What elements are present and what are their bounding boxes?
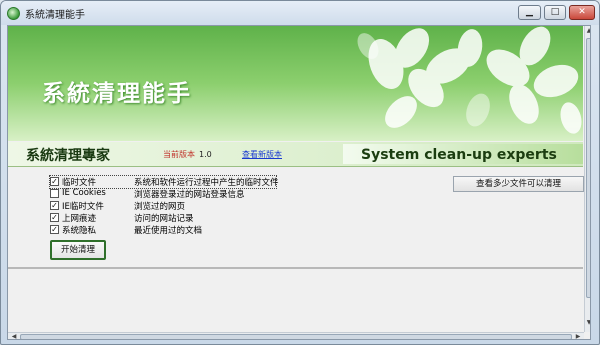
app-window: 系統清理能手 ▁ □ ✕ 系統清理能手 系統清理專家 当前版本 1.0 查看新版… [0, 0, 600, 345]
scroll-up-icon[interactable]: ▲ [585, 26, 590, 36]
en-slogan: System clean-up experts [361, 147, 557, 163]
item-description: 系统和软件运行过程中产生的临时文件 [134, 178, 279, 188]
vertical-scroll-thumb[interactable] [586, 38, 590, 298]
check-update-link[interactable]: 查看新版本 [242, 149, 282, 160]
checkbox[interactable] [50, 189, 59, 198]
app-icon [7, 7, 20, 20]
horizontal-scroll-thumb[interactable] [20, 334, 572, 339]
checkbox[interactable]: ✓ [50, 177, 59, 186]
item-name: IE Cookies [62, 188, 106, 198]
scroll-left-icon[interactable]: ◀ [10, 333, 18, 339]
item-description: 最近使用过的文档 [134, 226, 203, 236]
start-clean-button[interactable]: 开始清理 [50, 240, 106, 260]
client-area: 系統清理能手 系統清理專家 当前版本 1.0 查看新版本 System clean… [7, 25, 591, 340]
checkbox[interactable]: ✓ [50, 225, 59, 234]
item-description: 访问的网站记录 [134, 214, 194, 224]
minimize-button[interactable]: ▁ [518, 5, 541, 20]
item-name: 系统隐私 [62, 226, 97, 236]
cn-slogan: 系統清理專家 [26, 148, 110, 164]
item-description: 浏览器登录过的网站登录信息 [134, 190, 245, 200]
banner-title: 系統清理能手 [42, 81, 192, 107]
header-bar: 系統清理專家 当前版本 1.0 查看新版本 System clean-up exp… [8, 142, 583, 167]
item-name: IE临时文件 [62, 202, 104, 212]
horizontal-scrollbar[interactable]: ◀ ▶ [8, 332, 584, 339]
title-bar[interactable]: 系統清理能手 ▁ □ ✕ [1, 1, 599, 25]
checkbox[interactable]: ✓ [50, 213, 59, 222]
checkbox[interactable]: ✓ [50, 201, 59, 210]
scroll-down-icon[interactable]: ▼ [585, 318, 590, 328]
close-button[interactable]: ✕ [569, 5, 595, 20]
result-log-area[interactable] [8, 267, 583, 332]
en-slogan-banner: System clean-up experts [343, 144, 583, 164]
scan-button[interactable]: 查看多少文件可以清理 [453, 176, 584, 192]
scroll-right-icon[interactable]: ▶ [574, 333, 582, 339]
version-label: 当前版本 1.0 [163, 149, 212, 160]
version-label-text: 当前版本 [163, 150, 195, 159]
maximize-button[interactable]: □ [544, 5, 566, 20]
item-name: 临时文件 [62, 178, 97, 188]
item-description: 浏览过的网页 [134, 202, 186, 212]
vertical-scrollbar[interactable]: ▲ ▼ [584, 26, 590, 332]
version-value: 1.0 [199, 150, 212, 159]
item-name: 上网痕迹 [62, 214, 97, 224]
window-title: 系統清理能手 [25, 10, 85, 21]
banner: 系統清理能手 [8, 26, 583, 141]
